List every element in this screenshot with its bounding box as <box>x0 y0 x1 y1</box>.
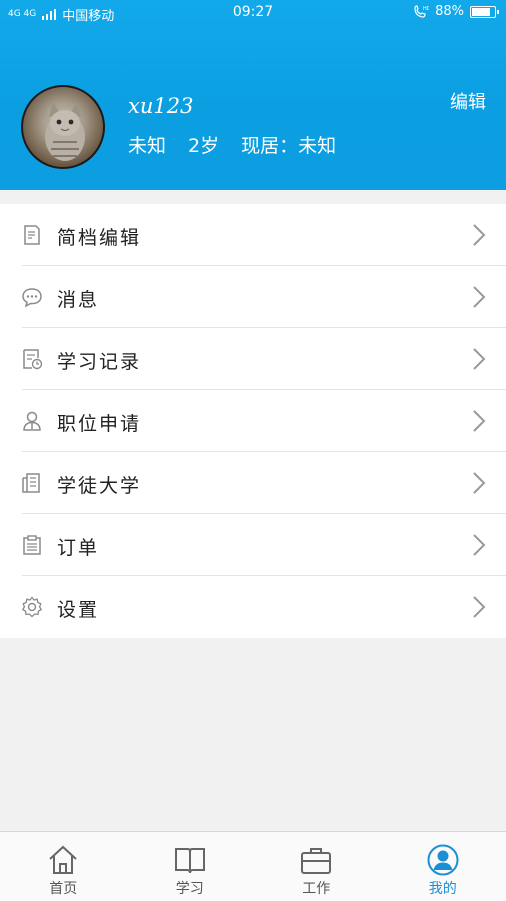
menu-item-label: 设置 <box>57 595 99 622</box>
user-gender: 未知 <box>128 131 166 158</box>
bottom-tab-bar: 首页 学习 工作 我的 <box>0 831 506 901</box>
profile-header: 4G 4G 中国移动 09:27 HD 88% <box>0 0 506 190</box>
menu-item-settings[interactable]: 设置 <box>0 576 506 638</box>
user-location: 现居：未知 <box>241 131 336 158</box>
tab-work[interactable]: 工作 <box>253 832 380 901</box>
menu-item-label: 学习记录 <box>57 347 141 374</box>
tab-label: 我的 <box>380 878 506 898</box>
user-info: 未知 2岁 现居：未知 <box>128 131 336 158</box>
battery-icon <box>470 6 496 18</box>
call-hd-icon: HD <box>413 5 429 19</box>
avatar[interactable] <box>21 85 105 169</box>
briefcase-icon <box>300 844 332 876</box>
tab-label: 工作 <box>253 878 380 898</box>
chevron-right-icon <box>472 347 486 371</box>
menu-item-label: 消息 <box>57 285 99 312</box>
resume-edit-icon <box>21 224 43 246</box>
order-icon <box>21 534 43 556</box>
book-icon <box>174 844 206 876</box>
menu-item-apprentice-university[interactable]: 学徒大学 <box>0 452 506 514</box>
message-icon <box>21 286 43 308</box>
menu-item-study-record[interactable]: 学习记录 <box>0 328 506 390</box>
battery-percent: 88% <box>435 4 464 19</box>
menu-item-messages[interactable]: 消息 <box>0 266 506 328</box>
tab-study[interactable]: 学习 <box>127 832 254 901</box>
svg-text:HD: HD <box>423 6 429 12</box>
status-bar: 4G 4G 中国移动 09:27 HD 88% <box>0 0 506 26</box>
menu-item-label: 简档编辑 <box>57 223 141 250</box>
chevron-right-icon <box>472 409 486 433</box>
edit-profile-button[interactable]: 编辑 <box>450 88 486 114</box>
study-record-icon <box>21 348 43 370</box>
chevron-right-icon <box>472 595 486 619</box>
chevron-right-icon <box>472 223 486 247</box>
menu-item-job-application[interactable]: 职位申请 <box>0 390 506 452</box>
menu-item-orders[interactable]: 订单 <box>0 514 506 576</box>
home-icon <box>47 844 79 876</box>
chevron-right-icon <box>472 533 486 557</box>
tab-mine[interactable]: 我的 <box>380 832 506 901</box>
university-icon <box>21 472 43 494</box>
menu-item-resume-edit[interactable]: 简档编辑 <box>0 204 506 266</box>
menu-item-label: 学徒大学 <box>57 471 141 498</box>
user-age: 2岁 <box>188 131 219 158</box>
settings-icon <box>21 596 43 618</box>
settings-menu: 简档编辑 消息 学习记录 职位申请 <box>0 204 506 638</box>
tab-label: 首页 <box>0 878 127 898</box>
tab-home[interactable]: 首页 <box>0 832 127 901</box>
menu-item-label: 职位申请 <box>57 409 141 436</box>
chevron-right-icon <box>472 471 486 495</box>
user-icon <box>427 844 459 876</box>
job-application-icon <box>21 410 43 432</box>
menu-item-label: 订单 <box>57 533 99 560</box>
tab-label: 学习 <box>127 878 254 898</box>
username: xu123 <box>128 94 193 118</box>
chevron-right-icon <box>472 285 486 309</box>
